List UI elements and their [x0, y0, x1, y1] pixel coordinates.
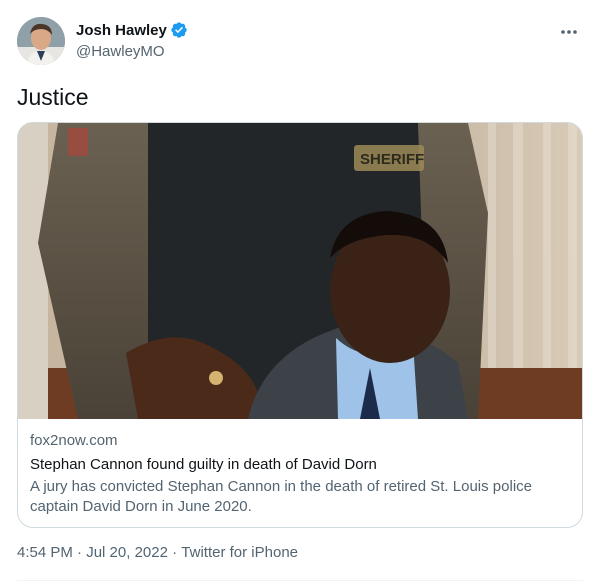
link-card[interactable]: SHERIFF fox2now.com Stephan Cannon found… [17, 122, 583, 528]
verified-badge-icon [170, 21, 188, 39]
author-block: Josh Hawley @HawleyMO [76, 20, 188, 60]
card-image: SHERIFF [18, 123, 582, 419]
tweet: Josh Hawley @HawleyMO Justice SHERIFF fo… [0, 0, 601, 582]
meta-separator: · [72, 544, 87, 561]
card-description: A jury has convicted Stephan Cannon in t… [30, 478, 532, 515]
sheriff-patch-text: SHERIFF [360, 151, 424, 168]
card-domain: fox2now.com [30, 432, 118, 449]
tweet-meta: 4:54 PM · Jul 20, 2022 · Twitter for iPh… [17, 544, 298, 561]
tweet-text: Justice [17, 84, 89, 110]
avatar[interactable] [17, 17, 65, 65]
divider [17, 580, 583, 581]
card-body: fox2now.com Stephan Cannon found guilty … [30, 431, 570, 517]
more-options-button[interactable] [559, 22, 579, 42]
author-name[interactable]: Josh Hawley [76, 22, 167, 39]
author-handle[interactable]: @HawleyMO [76, 43, 188, 60]
avatar-image [17, 17, 65, 65]
meta-separator: · [167, 544, 182, 561]
tweet-date[interactable]: Jul 20, 2022 [86, 544, 168, 561]
more-horizontal-icon [561, 30, 577, 34]
tweet-time[interactable]: 4:54 PM [17, 544, 73, 561]
author-name-row: Josh Hawley [76, 20, 188, 40]
card-title[interactable]: Stephan Cannon found guilty in death of … [30, 455, 570, 475]
tweet-source[interactable]: Twitter for iPhone [181, 544, 298, 561]
